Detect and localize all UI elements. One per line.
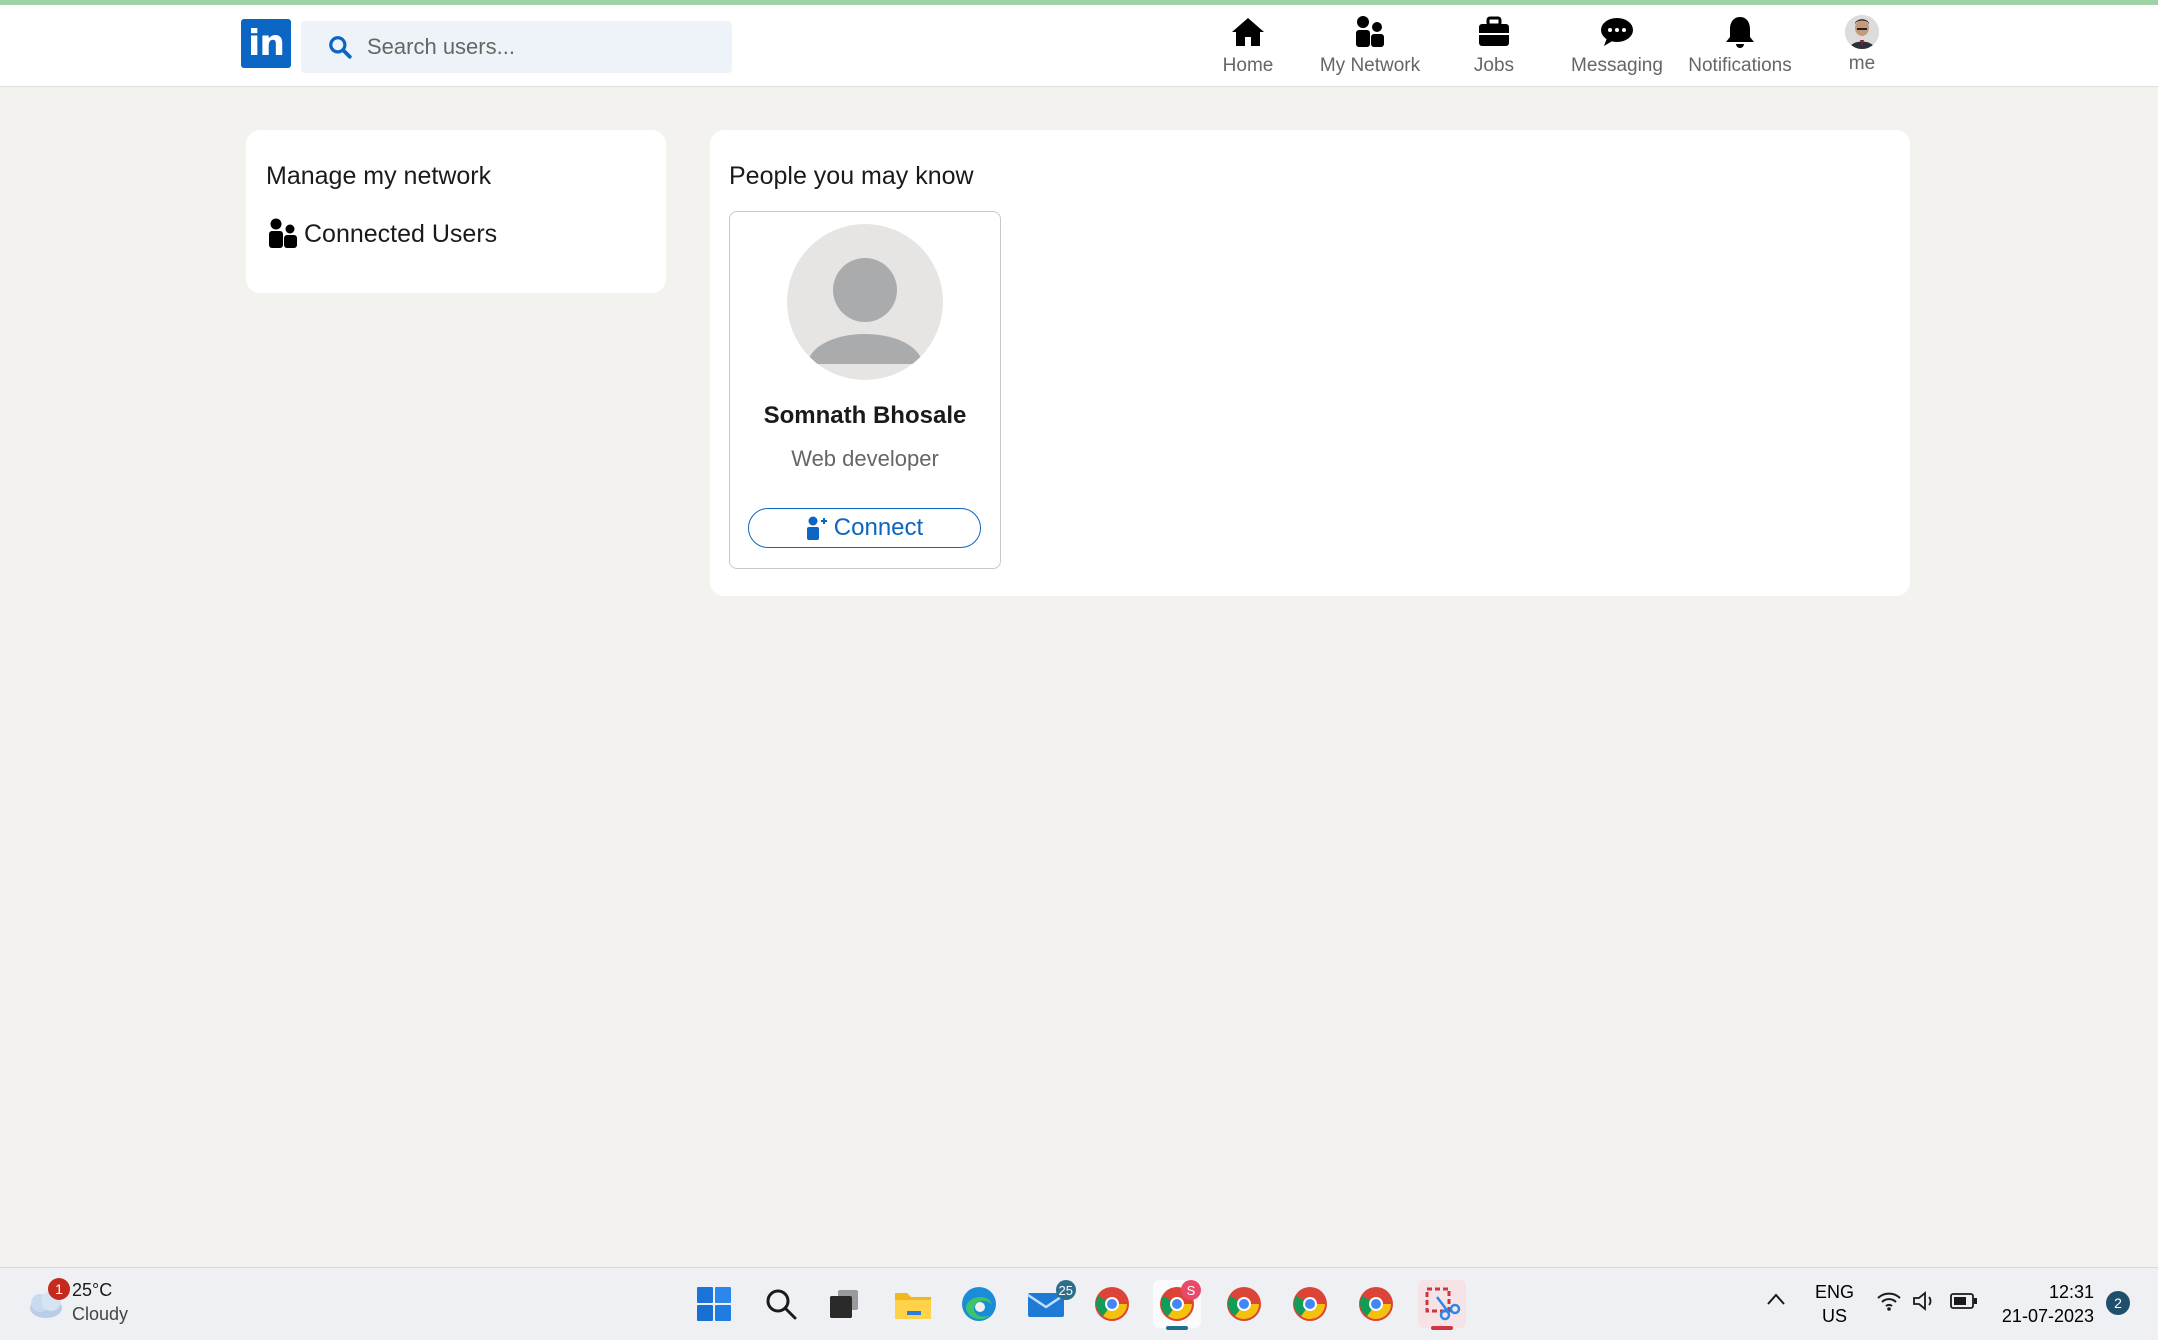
person-card: Somnath Bhosale Web developer Connect bbox=[729, 211, 1001, 569]
nav-my-network-label: My Network bbox=[1319, 55, 1421, 76]
nav-jobs-label: Jobs bbox=[1473, 55, 1515, 76]
nav-messaging-label: Messaging bbox=[1571, 55, 1663, 76]
chrome-button-3[interactable] bbox=[1220, 1280, 1268, 1328]
language-code: ENG bbox=[1815, 1282, 1855, 1302]
top-nav-bar: in Home My Network bbox=[0, 5, 2158, 87]
cloud-icon: 1 bbox=[24, 1278, 70, 1322]
taskbar: 1 25°C Cloudy 25 S ENG US 12:31 21-07-20… bbox=[0, 1267, 2158, 1340]
connect-button[interactable]: Connect bbox=[748, 508, 981, 548]
nav-me[interactable]: me bbox=[1840, 13, 1884, 83]
network-icon bbox=[1356, 16, 1384, 47]
default-avatar bbox=[787, 224, 943, 380]
home-icon bbox=[1232, 18, 1264, 46]
notification-center-badge[interactable]: 2 bbox=[2106, 1291, 2130, 1315]
weather-condition: Cloudy bbox=[72, 1304, 129, 1324]
chrome-icon bbox=[1227, 1287, 1261, 1321]
battery-icon[interactable] bbox=[1950, 1292, 1978, 1315]
linkedin-logo[interactable]: in bbox=[241, 19, 291, 68]
weather-badge: 1 bbox=[48, 1278, 70, 1300]
chrome-icon bbox=[1293, 1287, 1327, 1321]
clock[interactable]: 12:31 21-07-2023 bbox=[1996, 1280, 2094, 1328]
connected-users-label: Connected Users bbox=[304, 219, 498, 248]
message-icon bbox=[1601, 18, 1633, 46]
chevron-up-icon bbox=[1767, 1293, 1785, 1305]
bell-icon bbox=[1726, 17, 1754, 48]
nav-notifications-label: Notifications bbox=[1688, 55, 1792, 76]
volume-icon[interactable] bbox=[1912, 1290, 1938, 1317]
connect-button-label: Connect bbox=[833, 514, 924, 541]
file-explorer-icon bbox=[895, 1293, 931, 1319]
taskbar-search-button[interactable] bbox=[757, 1280, 805, 1328]
chrome-icon bbox=[1095, 1287, 1129, 1321]
nav-my-network[interactable]: My Network bbox=[1315, 13, 1425, 83]
windows-start-button[interactable] bbox=[690, 1280, 738, 1328]
add-person-icon bbox=[806, 516, 827, 540]
nav-home-label: Home bbox=[1222, 55, 1274, 76]
chrome-button-2[interactable]: S bbox=[1153, 1280, 1201, 1330]
nav-messaging[interactable]: Messaging bbox=[1569, 13, 1665, 83]
task-view-icon bbox=[830, 1290, 858, 1318]
snipping-tool-icon bbox=[1425, 1287, 1461, 1321]
clock-date: 21-07-2023 bbox=[2001, 1306, 2094, 1326]
nav-jobs[interactable]: Jobs bbox=[1462, 13, 1526, 83]
weather-temp: 25°C bbox=[72, 1280, 113, 1300]
chrome-profile-badge: S bbox=[1181, 1280, 1201, 1300]
file-explorer-button[interactable] bbox=[889, 1280, 937, 1328]
connected-users-link[interactable]: Connected Users bbox=[268, 218, 497, 250]
chrome-button-1[interactable] bbox=[1088, 1280, 1136, 1328]
people-icon bbox=[269, 218, 297, 248]
wifi-icon[interactable] bbox=[1876, 1290, 1902, 1317]
weather-widget[interactable]: 1 25°C Cloudy bbox=[24, 1278, 128, 1326]
clock-time: 12:31 bbox=[2048, 1282, 2094, 1302]
nav-me-label: me bbox=[1848, 53, 1876, 74]
chrome-button-4[interactable] bbox=[1286, 1280, 1334, 1328]
language-indicator[interactable]: ENG US bbox=[1815, 1280, 1854, 1328]
people-you-may-know-card: People you may know Somnath Bhosale Web … bbox=[710, 130, 1910, 596]
search-bar[interactable] bbox=[301, 21, 732, 73]
briefcase-icon bbox=[1479, 16, 1509, 46]
running-app-indicator bbox=[1431, 1326, 1453, 1330]
snipping-tool-button[interactable] bbox=[1418, 1280, 1466, 1330]
edge-icon bbox=[962, 1287, 996, 1321]
task-view-button[interactable] bbox=[820, 1280, 868, 1328]
nav-notifications[interactable]: Notifications bbox=[1686, 13, 1794, 83]
chrome-button-5[interactable] bbox=[1352, 1280, 1400, 1328]
manage-network-card: Manage my network Connected Users bbox=[246, 130, 666, 293]
avatar bbox=[1845, 15, 1879, 49]
search-icon bbox=[329, 36, 352, 59]
windows-start-icon bbox=[697, 1287, 731, 1321]
people-you-may-know-title: People you may know bbox=[729, 162, 974, 190]
region-code: US bbox=[1822, 1306, 1848, 1326]
person-role: Web developer bbox=[791, 446, 939, 471]
nav-home[interactable]: Home bbox=[1216, 13, 1280, 83]
person-name[interactable]: Somnath Bhosale bbox=[730, 402, 1000, 430]
search-icon bbox=[766, 1289, 797, 1320]
active-app-indicator bbox=[1166, 1326, 1188, 1330]
manage-network-title: Manage my network bbox=[266, 162, 492, 190]
search-input[interactable] bbox=[365, 33, 729, 61]
mail-button[interactable]: 25 bbox=[1022, 1280, 1076, 1328]
mail-badge: 25 bbox=[1055, 1280, 1076, 1300]
chrome-icon bbox=[1359, 1287, 1393, 1321]
edge-button[interactable] bbox=[955, 1280, 1003, 1328]
show-hidden-icons[interactable] bbox=[1766, 1290, 1786, 1311]
